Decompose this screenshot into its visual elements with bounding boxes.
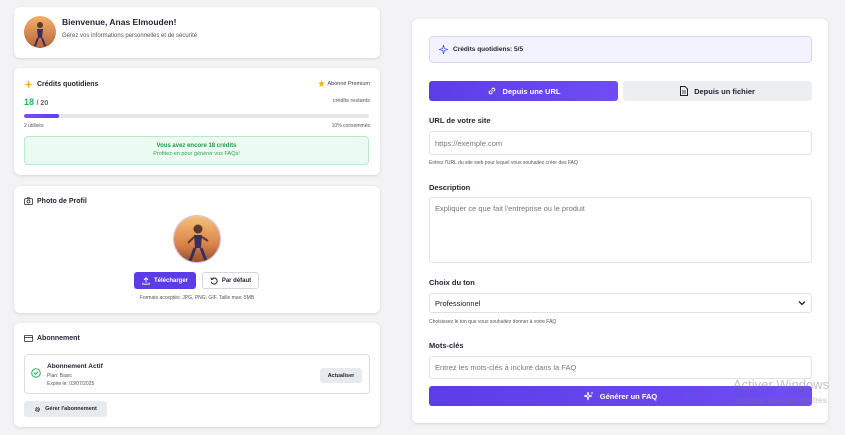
manage-label: Gérer l'abonnement: [45, 406, 97, 412]
link-icon: [487, 86, 497, 96]
profile-photo: [173, 215, 221, 263]
credits-title: Crédits quotidiens: [37, 81, 99, 88]
tone-selected-value: Professionnel: [435, 298, 481, 308]
credit-card-icon: [24, 335, 33, 342]
credits-total: / 20: [36, 100, 49, 107]
credits-progress-fill: [24, 114, 59, 118]
description-textarea[interactable]: [429, 197, 812, 263]
credits-remaining-label: crédits restants: [332, 98, 370, 104]
subscription-plan: Plan: Basic: [47, 373, 73, 379]
sparkle-icon: [24, 80, 33, 89]
watermark-title: Activer Windows: [733, 377, 830, 392]
upload-button[interactable]: Télécharger: [134, 272, 196, 289]
welcome-title: Bienvenue, Anas Elmouden!: [62, 17, 177, 27]
premium-label: Abonné Premium: [327, 80, 371, 87]
subscription-expiry: Expire le: 03/07/2025: [47, 381, 95, 387]
welcome-card: Bienvenue, Anas Elmouden! Gérez vos info…: [14, 7, 380, 58]
photo-formats-hint: Formats acceptés: JPG, PNG, GIF. Taille …: [139, 295, 255, 301]
keywords-label: Mots-clés: [429, 341, 464, 350]
subscription-header: Abonnement: [24, 335, 80, 342]
tone-label: Choix du ton: [429, 278, 475, 287]
credits-notice-title: Vous avez encore 18 crédits: [156, 143, 237, 149]
default-photo-button[interactable]: Par défaut: [202, 272, 259, 289]
generate-label: Générer un FAQ: [599, 391, 658, 401]
photo-title: Photo de Profil: [37, 197, 87, 205]
default-label: Par défaut: [221, 277, 252, 284]
premium-badge: Abonné Premium: [317, 80, 371, 87]
check-circle-icon: [31, 368, 41, 378]
credits-percent: 10% consommés: [331, 123, 370, 129]
credits-used: 2 utilisés: [24, 123, 44, 129]
sparkles-icon: [583, 391, 594, 401]
tab-from-file[interactable]: Depuis un fichier: [623, 81, 812, 101]
sparkle-icon: [439, 45, 448, 54]
tab-url-label: Depuis une URL: [502, 86, 561, 96]
daily-credits-text: Crédits quotidiens: 5/5: [453, 46, 524, 53]
credits-card: Crédits quotidiens Abonné Premium 18 / 2…: [14, 68, 380, 175]
url-input[interactable]: [429, 131, 812, 155]
gear-icon: [34, 406, 41, 413]
credits-header: Crédits quotidiens: [24, 80, 98, 89]
welcome-subtitle: Gérez vos informations personnelles et d…: [62, 33, 198, 39]
credits-count: 18 / 20: [24, 97, 48, 107]
credits-remaining-value: 18: [24, 97, 35, 107]
faq-generator-form: Crédits quotidiens: 5/5 Depuis une URL D…: [412, 19, 828, 423]
tone-select[interactable]: Professionnel: [429, 293, 812, 313]
watermark-subtitle: Accédez aux paramètres: [733, 395, 828, 405]
url-hint: Entrez l'URL du site web pour lequel vou…: [429, 160, 578, 166]
camera-icon: [24, 197, 33, 205]
chevron-down-icon: [798, 300, 806, 306]
url-label: URL de votre site: [429, 116, 491, 125]
file-icon: [680, 86, 689, 96]
credits-notice: Vous avez encore 18 crédits Profitez-en …: [24, 136, 369, 165]
avatar[interactable]: [24, 16, 56, 48]
daily-credits-banner: Crédits quotidiens: 5/5: [429, 36, 812, 63]
upload-icon: [142, 276, 150, 285]
tab-from-url[interactable]: Depuis une URL: [429, 81, 618, 101]
manage-subscription-button[interactable]: Gérer l'abonnement: [24, 401, 107, 417]
tab-file-label: Depuis un fichier: [694, 86, 755, 96]
subscription-card: Abonnement Abonnement Actif Plan: Basic …: [14, 323, 380, 427]
credits-notice-subtitle: Profitez-en pour générer vos FAQs!: [153, 151, 240, 157]
subscription-title: Abonnement: [37, 335, 80, 342]
subscription-status-box: Abonnement Actif Plan: Basic Expire le: …: [24, 354, 370, 394]
tone-hint: Choisissez le ton que vous souhaitez don…: [429, 319, 557, 325]
credits-progress-bar: [24, 114, 369, 118]
keywords-input[interactable]: [429, 356, 812, 379]
windows-activation-watermark: Activer Windows Accédez aux paramètres: [733, 377, 829, 405]
reset-icon: [210, 276, 218, 285]
upload-label: Télécharger: [153, 277, 189, 284]
subscription-status: Abonnement Actif: [47, 363, 103, 370]
photo-header: Photo de Profil: [24, 197, 87, 205]
refresh-subscription-button[interactable]: Actualiser: [320, 368, 362, 383]
star-icon: [317, 80, 325, 87]
description-label: Description: [429, 183, 471, 192]
profile-photo-card: Photo de Profil Télécharger Par défaut F…: [14, 186, 380, 313]
